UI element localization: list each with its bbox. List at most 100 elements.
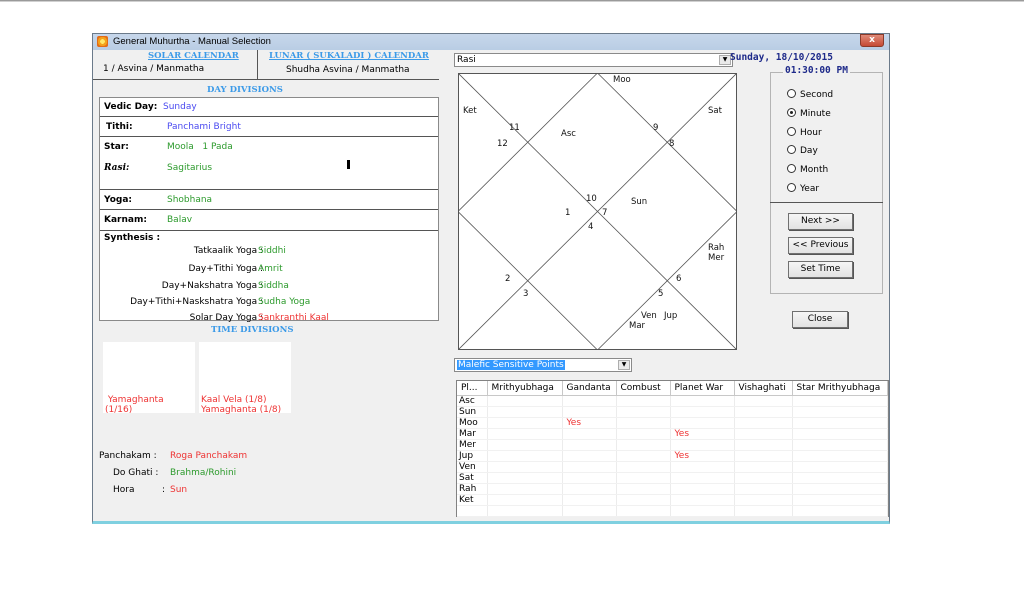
column-header-star-mrithyubhaga[interactable]: Star Mrithyubhaga xyxy=(792,381,888,396)
grid-cell xyxy=(616,483,671,495)
points-type-select[interactable]: Malefic Sensitive Points ▼ xyxy=(454,358,632,372)
top-border-line-shadow xyxy=(0,1,1024,2)
table-row[interactable]: Mer xyxy=(457,439,888,451)
column-header-vishaghati[interactable]: Vishaghati xyxy=(734,381,793,396)
table-row[interactable]: Rah xyxy=(457,483,888,495)
grid-cell xyxy=(734,461,793,473)
grid-cell xyxy=(562,461,617,473)
points-type-value: Malefic Sensitive Points xyxy=(457,360,565,370)
step-option-label: Year xyxy=(800,184,820,194)
grid-cell xyxy=(562,483,617,495)
planet-cell: Sat xyxy=(457,472,488,484)
radio-icon[interactable] xyxy=(787,183,796,192)
column-header-mrithyubhaga[interactable]: Mrithyubhaga xyxy=(487,381,563,396)
step-option-label: Month xyxy=(800,165,829,175)
column-header-gandanta[interactable]: Gandanta xyxy=(562,381,617,396)
column-header-combust[interactable]: Combust xyxy=(616,381,671,396)
planet-cell: Sun xyxy=(457,406,488,418)
grid-cell xyxy=(792,494,888,506)
planet-ven: Ven xyxy=(641,311,657,321)
grid-cell xyxy=(562,494,617,506)
radio-icon[interactable] xyxy=(787,164,796,173)
radio-icon[interactable] xyxy=(787,89,796,98)
grid-cell xyxy=(792,450,888,462)
step-option-second[interactable]: Second xyxy=(787,89,833,100)
grid-cell xyxy=(670,395,735,407)
table-row[interactable]: Moo Yes xyxy=(457,417,888,429)
vedic-day-value: Sunday xyxy=(163,102,197,112)
close-icon: x xyxy=(869,35,875,45)
table-row[interactable]: Sat xyxy=(457,472,888,484)
synthesis-item-value: Sankranthi Kaal xyxy=(258,313,329,323)
close-window-button[interactable]: x xyxy=(860,34,884,47)
grid-cell xyxy=(487,483,563,495)
lunar-calendar-link[interactable]: LUNAR ( SUKALADI ) CALENDAR xyxy=(269,51,429,61)
tithi-label: Tithi: xyxy=(106,122,133,132)
chart-type-select[interactable]: Rasi ▼ xyxy=(454,53,733,67)
step-option-year[interactable]: Year xyxy=(787,183,819,194)
grid-cell xyxy=(792,439,888,451)
yoga-row: Yoga: Shobhana xyxy=(100,190,438,210)
step-option-minute[interactable]: Minute xyxy=(787,108,831,119)
grid-cell xyxy=(487,428,563,440)
synthesis-item-value: Siddhi xyxy=(258,246,286,256)
rasi-value: Sagitarius xyxy=(167,163,213,173)
house-number: 4 xyxy=(588,222,593,232)
grid-cell xyxy=(487,461,563,473)
chevron-down-icon[interactable]: ▼ xyxy=(618,360,630,370)
grid-cell xyxy=(562,428,617,440)
table-row[interactable] xyxy=(457,505,888,517)
grid-cell xyxy=(792,395,888,407)
grid-cell xyxy=(670,472,735,484)
house-number: 11 xyxy=(509,123,520,133)
do-ghati-value: Brahma/Rohini xyxy=(170,468,237,478)
step-option-label: Hour xyxy=(800,128,822,138)
hora-label: Hora xyxy=(113,485,135,495)
table-row[interactable]: Sun xyxy=(457,406,888,418)
star-label: Star: xyxy=(104,142,129,152)
radio-icon[interactable] xyxy=(787,127,796,136)
table-row[interactable]: Ket xyxy=(457,494,888,506)
table-row[interactable]: Mar Yes xyxy=(457,428,888,440)
star-value: Moola 1 Pada xyxy=(167,142,233,152)
muhurtha-window: General Muhurtha - Manual Selection x SO… xyxy=(92,33,890,524)
radio-selected-icon[interactable] xyxy=(787,108,796,117)
step-option-day[interactable]: Day xyxy=(787,145,818,156)
title-bar[interactable]: General Muhurtha - Manual Selection x xyxy=(93,34,889,50)
chart-type-value: Rasi xyxy=(457,55,476,65)
vedic-day-row: Vedic Day: Sunday xyxy=(100,98,438,117)
previous-button[interactable]: << Previous xyxy=(788,237,853,254)
table-row[interactable]: Ven xyxy=(457,461,888,473)
planet-rah: Rah xyxy=(708,243,724,253)
grid-cell xyxy=(734,417,793,429)
grid-cell xyxy=(487,395,563,407)
set-time-button[interactable]: Set Time xyxy=(788,261,853,278)
planet-cell: Mar xyxy=(457,428,488,440)
synthesis-item-label: Solar Day Yoga : xyxy=(189,313,263,323)
grid-cell xyxy=(487,505,563,517)
next-button[interactable]: Next >> xyxy=(788,213,853,230)
grid-cell xyxy=(616,406,671,418)
column-header-planet[interactable]: Pl... xyxy=(457,381,488,396)
table-row[interactable]: Asc xyxy=(457,395,888,407)
solar-calendar-link[interactable]: SOLAR CALENDAR xyxy=(148,51,239,61)
grid-cell xyxy=(562,395,617,407)
grid-cell xyxy=(792,417,888,429)
grid-cell xyxy=(734,483,793,495)
grid-cell xyxy=(792,428,888,440)
calendar-bottom-divider xyxy=(93,79,439,80)
column-header-planet-war[interactable]: Planet War xyxy=(670,381,735,396)
grid-cell xyxy=(616,494,671,506)
step-option-hour[interactable]: Hour xyxy=(787,127,822,138)
grid-cell xyxy=(616,461,671,473)
planet-cell: Moo xyxy=(457,417,488,429)
step-option-month[interactable]: Month xyxy=(787,164,828,175)
table-row[interactable]: Jup Yes xyxy=(457,450,888,462)
planet-cell: Ven xyxy=(457,461,488,473)
house-number: 9 xyxy=(653,123,658,133)
radio-icon[interactable] xyxy=(787,145,796,154)
calendar-divider xyxy=(257,50,258,79)
malefic-points-grid[interactable]: Pl... Mrithyubhaga Gandanta Combust Plan… xyxy=(456,380,889,517)
close-button[interactable]: Close xyxy=(792,311,848,328)
house-number: 3 xyxy=(523,289,528,299)
